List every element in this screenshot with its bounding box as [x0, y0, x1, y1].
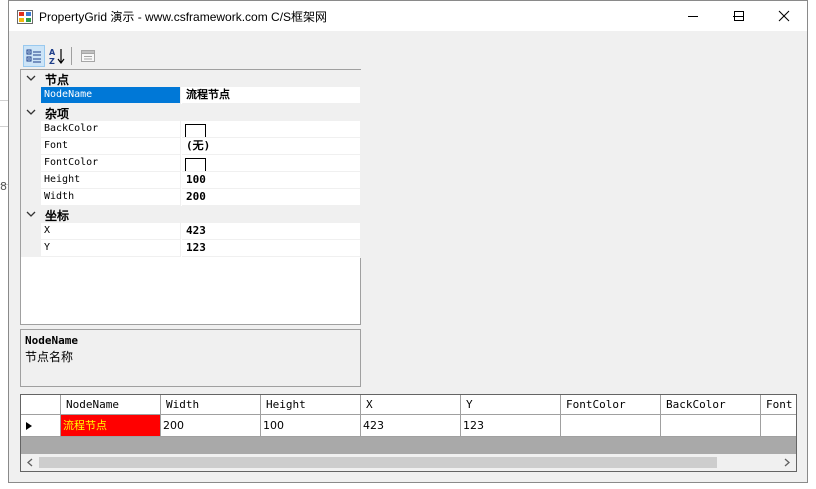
window-title: PropertyGrid 演示 - www.csframework.com C/… — [39, 10, 328, 24]
property-grid[interactable]: 节点 NodeName 流程节点 杂项 BackColor Font (无) F… — [20, 69, 361, 325]
scroll-left-button[interactable] — [23, 454, 37, 471]
table-cell[interactable]: 200 — [161, 415, 261, 437]
table-cell[interactable] — [661, 415, 761, 437]
property-pages-icon — [81, 50, 95, 62]
property-value[interactable]: 200 — [182, 189, 360, 206]
table-cell[interactable] — [761, 415, 796, 437]
chevron-down-icon[interactable] — [25, 106, 37, 118]
column-header[interactable]: X — [361, 395, 461, 415]
svg-text:Z: Z — [49, 57, 55, 65]
category-label: 节点 — [45, 73, 70, 87]
background-divider — [0, 126, 8, 127]
color-swatch — [185, 158, 206, 171]
property-value[interactable]: (无) — [182, 138, 360, 155]
property-name[interactable]: Y — [41, 240, 181, 257]
app-icon[interactable] — [17, 9, 33, 24]
chevron-down-icon[interactable] — [25, 208, 37, 220]
row-gutter — [21, 138, 41, 155]
row-header[interactable] — [21, 415, 61, 437]
row-gutter — [21, 87, 41, 104]
property-grid-border — [360, 70, 361, 258]
chevron-right-icon — [784, 458, 790, 467]
property-name[interactable]: Height — [41, 172, 181, 189]
table-cell[interactable]: 100 — [261, 415, 361, 437]
svg-text:A: A — [49, 48, 56, 57]
property-value[interactable] — [182, 121, 360, 138]
category-row-misc[interactable]: 杂项 — [21, 104, 360, 121]
property-row-nodename[interactable]: NodeName 流程节点 — [21, 87, 360, 104]
category-row-coordinates[interactable]: 坐标 — [21, 206, 360, 223]
category-label: 杂项 — [45, 107, 70, 121]
help-pane: NodeName 节点名称 — [20, 329, 361, 387]
column-header[interactable]: Height — [261, 395, 361, 415]
toolbar-separator — [71, 47, 72, 65]
row-header-corner[interactable] — [21, 395, 61, 415]
table-cell[interactable] — [561, 415, 661, 437]
row-gutter — [21, 240, 41, 257]
property-value[interactable]: 423 — [182, 223, 360, 240]
categorized-button[interactable] — [23, 45, 45, 67]
minimize-button[interactable] — [670, 1, 716, 31]
property-name[interactable]: X — [41, 223, 181, 240]
row-gutter — [21, 121, 41, 138]
maximize-icon — [734, 11, 744, 21]
sort-az-icon: A Z — [49, 48, 65, 65]
property-row-font[interactable]: Font (无) — [21, 138, 360, 155]
row-gutter — [21, 189, 41, 206]
current-row-icon — [26, 422, 32, 430]
property-pages-button[interactable] — [77, 45, 99, 67]
scroll-right-button[interactable] — [780, 454, 794, 471]
property-row-backcolor[interactable]: BackColor — [21, 121, 360, 138]
property-row-y[interactable]: Y 123 — [21, 240, 360, 257]
data-grid[interactable]: NodeName Width Height X Y FontColor Back… — [20, 394, 797, 472]
property-value[interactable]: 流程节点 — [182, 87, 360, 104]
category-label: 坐标 — [45, 209, 70, 223]
property-value[interactable]: 123 — [182, 240, 360, 257]
column-header[interactable]: FontColor — [561, 395, 661, 415]
column-header[interactable]: Width — [161, 395, 261, 415]
close-icon — [778, 10, 790, 22]
property-name[interactable]: Width — [41, 189, 181, 206]
column-header[interactable]: Font — [761, 395, 796, 415]
help-description: 节点名称 — [25, 350, 74, 364]
scroll-thumb[interactable] — [39, 457, 717, 468]
categorized-icon — [26, 49, 41, 63]
row-gutter — [21, 155, 41, 172]
column-header[interactable]: NodeName — [61, 395, 161, 415]
category-row-node[interactable]: 节点 — [21, 70, 360, 87]
property-value[interactable] — [182, 155, 360, 172]
property-row-fontcolor[interactable]: FontColor — [21, 155, 360, 172]
property-row-width[interactable]: Width 200 — [21, 189, 360, 206]
chevron-left-icon — [27, 458, 33, 467]
main-window: PropertyGrid 演示 - www.csframework.com C/… — [8, 0, 808, 483]
table-cell-nodename[interactable]: 流程节点 — [61, 415, 161, 437]
property-row-x[interactable]: X 423 — [21, 223, 360, 240]
property-value[interactable]: 100 — [182, 172, 360, 189]
maximize-button[interactable] — [716, 1, 762, 31]
property-name[interactable]: BackColor — [41, 121, 181, 138]
background-divider — [0, 100, 8, 101]
horizontal-scrollbar[interactable] — [21, 454, 796, 471]
color-swatch — [185, 124, 206, 137]
column-header[interactable]: BackColor — [661, 395, 761, 415]
table-cell[interactable]: 423 — [361, 415, 461, 437]
row-gutter — [21, 172, 41, 189]
property-name[interactable]: FontColor — [41, 155, 181, 172]
property-name[interactable]: Font — [41, 138, 181, 155]
background-fragment: 8 — [0, 180, 7, 193]
close-button[interactable] — [761, 1, 807, 31]
help-title: NodeName — [25, 334, 78, 347]
minimize-icon — [688, 16, 698, 17]
chevron-down-icon[interactable] — [25, 72, 37, 84]
table-cell[interactable]: 123 — [461, 415, 561, 437]
property-row-height[interactable]: Height 100 — [21, 172, 360, 189]
row-gutter — [21, 223, 41, 240]
column-header[interactable]: Y — [461, 395, 561, 415]
property-name[interactable]: NodeName — [41, 87, 181, 104]
alphabetical-button[interactable]: A Z — [46, 45, 68, 67]
